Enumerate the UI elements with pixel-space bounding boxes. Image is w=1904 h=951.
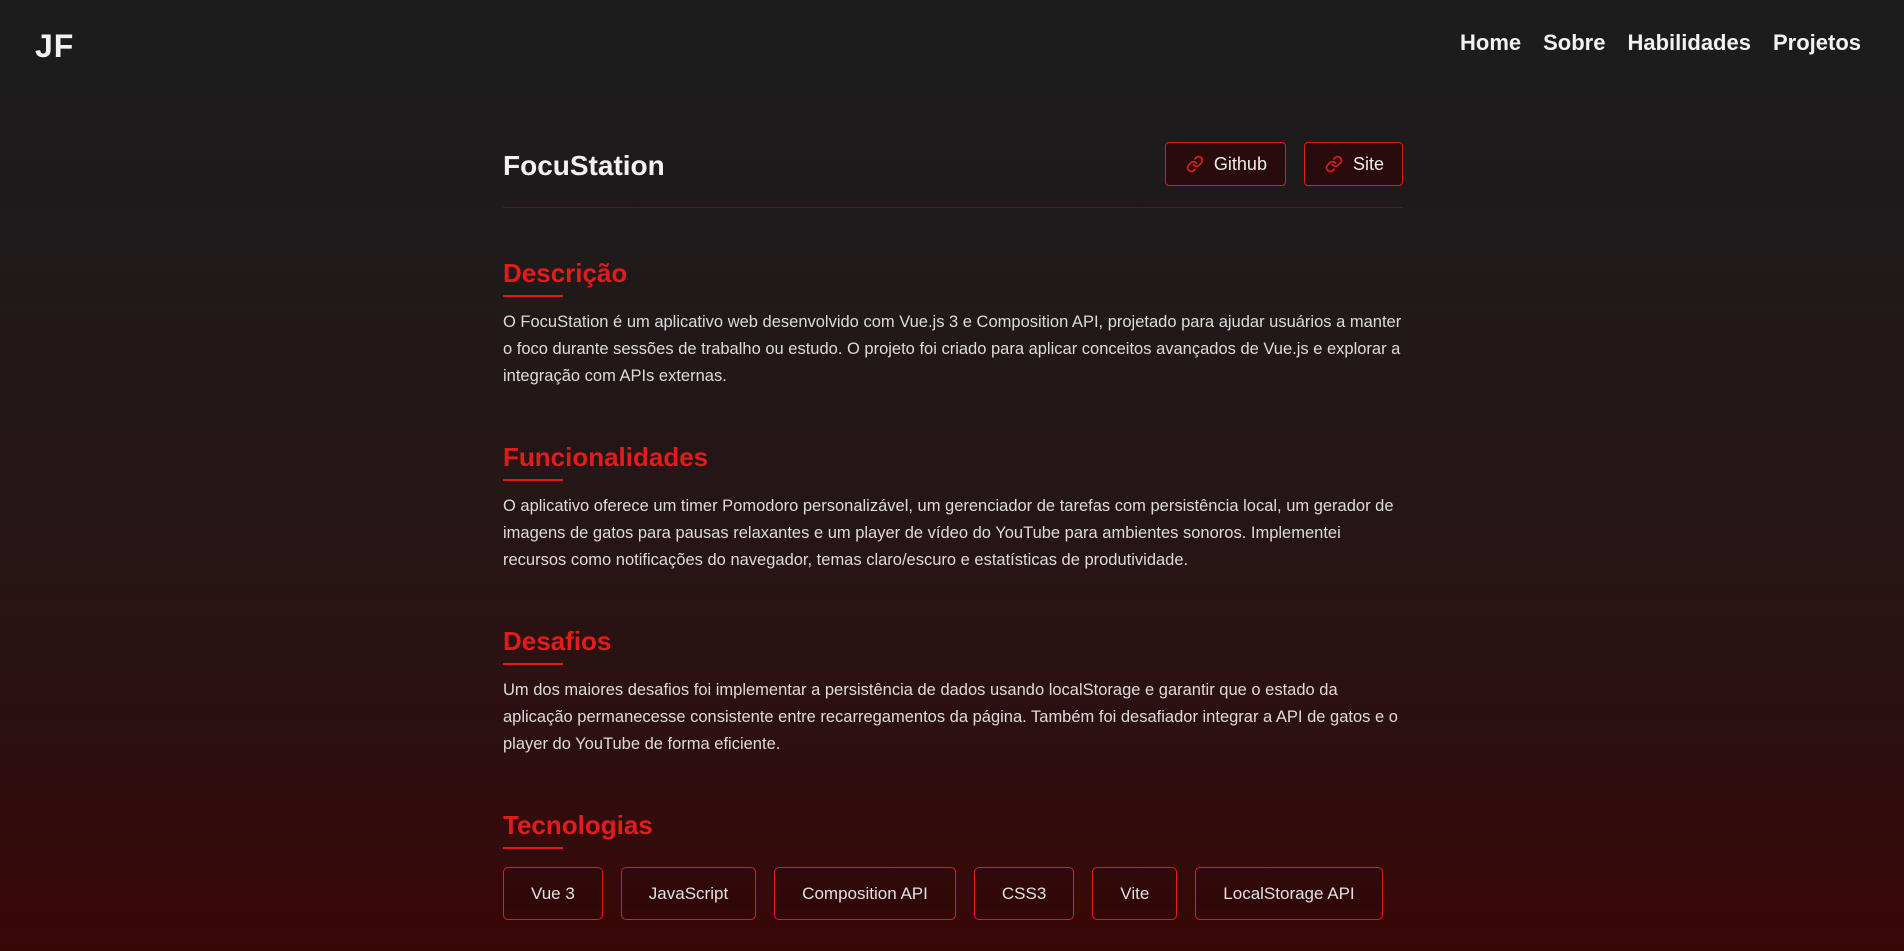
main-nav: Home Sobre Habilidades Projetos (1460, 30, 1861, 56)
project-links: Github Site (1164, 142, 1403, 186)
tech-tag: Composition API (774, 867, 956, 920)
github-button[interactable]: Github (1164, 142, 1286, 186)
nav-home[interactable]: Home (1460, 30, 1521, 56)
section-heading: Descrição (503, 258, 1403, 297)
section-heading: Funcionalidades (503, 442, 1403, 481)
tech-tags: Vue 3 JavaScript Composition API CSS3 Vi… (503, 867, 1403, 920)
tech-tag: Vue 3 (503, 867, 603, 920)
site-button-label: Site (1352, 153, 1384, 174)
nav-projetos[interactable]: Projetos (1773, 30, 1861, 56)
github-button-label: Github (1213, 153, 1267, 174)
section-text: O FocuStation é um aplicativo web desenv… (503, 313, 1402, 385)
section-funcionalidades: Funcionalidades O aplicativo oferece um … (503, 442, 1403, 574)
section-heading: Desafios (503, 626, 1403, 665)
tech-tag: Vite (1092, 867, 1178, 920)
tech-tag: CSS3 (973, 867, 1075, 920)
section-tecnologias: Tecnologias Vue 3 JavaScript Composition… (503, 810, 1403, 920)
tech-tag: LocalStorage API (1195, 867, 1383, 920)
project-title: FocuStation (503, 150, 665, 181)
link-icon (1325, 155, 1343, 173)
section-heading: Tecnologias (503, 810, 1403, 849)
section-text: Um dos maiores desafios foi implementar … (503, 681, 1398, 753)
project-header: FocuStation Github Site (503, 140, 1403, 208)
site-header: JF Home Sobre Habilidades Projetos (0, 0, 1904, 90)
nav-sobre[interactable]: Sobre (1543, 30, 1605, 56)
section-desafios: Desafios Um dos maiores desafios foi imp… (503, 626, 1403, 758)
site-button[interactable]: Site (1303, 142, 1403, 186)
section-text: O aplicativo oferece um timer Pomodoro p… (503, 497, 1394, 569)
nav-habilidades[interactable]: Habilidades (1627, 30, 1750, 56)
project-detail: FocuStation Github Site Descrição O Focu… (503, 140, 1403, 920)
link-icon (1186, 155, 1204, 173)
tech-tag: JavaScript (620, 867, 757, 920)
logo[interactable]: JF (35, 28, 74, 65)
section-descricao: Descrição O FocuStation é um aplicativo … (503, 258, 1403, 390)
